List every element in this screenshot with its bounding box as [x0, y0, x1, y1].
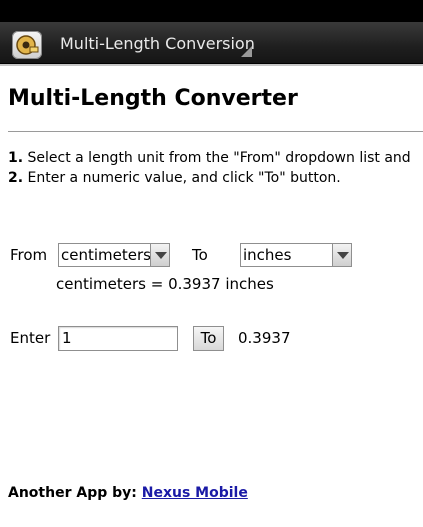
to-unit-select[interactable]: inches [240, 243, 352, 267]
value-input[interactable]: 1 [58, 326, 178, 351]
heading-rule [8, 131, 423, 132]
enter-label: Enter [10, 329, 51, 347]
conversion-ratio: centimeters = 0.3937 inches [56, 275, 274, 293]
from-label: From [10, 246, 48, 264]
chevron-down-icon [332, 244, 351, 266]
app-title: Multi-Length Conversion [60, 34, 255, 53]
nexus-mobile-link[interactable]: Nexus Mobile [142, 485, 248, 501]
status-bar [0, 0, 423, 22]
page-title: Multi-Length Converter [8, 86, 298, 111]
footer-prefix: Another App by: [8, 485, 137, 501]
step-1-text: Select a length unit from the "From" dro… [27, 150, 411, 166]
to-label: To [192, 246, 208, 264]
tape-measure-icon [12, 31, 42, 59]
instruction-step-2: 2. Enter a numeric value, and click "To"… [8, 170, 341, 186]
instruction-step-1: 1. Select a length unit from the "From" … [8, 150, 411, 166]
conversion-result: 0.3937 [238, 329, 291, 347]
from-unit-select[interactable]: centimeters [58, 243, 170, 267]
step-2-number: 2. [8, 170, 24, 186]
to-unit-value: inches [243, 246, 292, 264]
step-1-number: 1. [8, 150, 24, 166]
footer: Another App by: Nexus Mobile [8, 485, 248, 501]
from-unit-value: centimeters [61, 246, 151, 264]
step-2-text: Enter a numeric value, and click "To" bu… [27, 170, 341, 186]
content-divider [0, 64, 423, 66]
title-bar: Multi-Length Conversion [0, 22, 423, 64]
convert-to-button[interactable]: To [193, 326, 224, 351]
chevron-down-icon [150, 244, 169, 266]
title-corner-icon [241, 46, 252, 57]
